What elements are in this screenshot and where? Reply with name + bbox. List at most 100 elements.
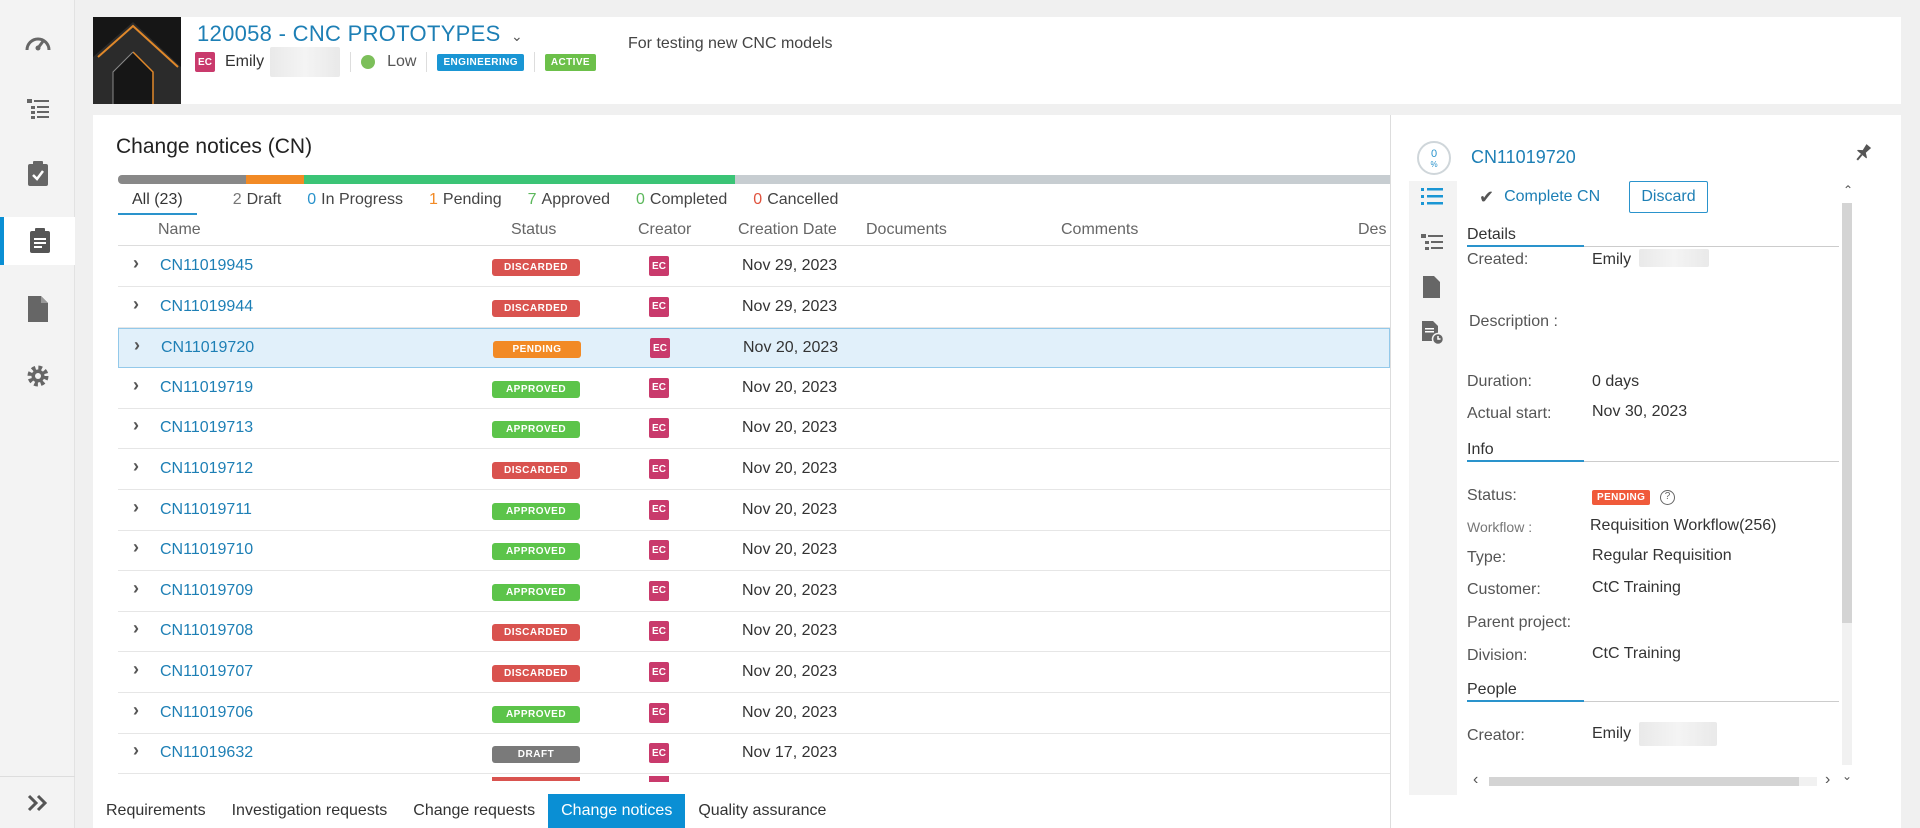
created-value: Emily xyxy=(1592,251,1632,268)
column-header-comments[interactable]: Comments xyxy=(1061,221,1138,243)
cn-name-link[interactable]: CN11019713 xyxy=(160,419,253,437)
cn-name-link[interactable]: CN11019945 xyxy=(160,257,253,275)
expand-row-icon[interactable]: › xyxy=(133,618,139,639)
filter-tab[interactable]: 2 Draft xyxy=(233,191,282,215)
expand-row-icon[interactable]: › xyxy=(133,659,139,680)
workflow-value[interactable]: Requisition Workflow(256) xyxy=(1590,517,1776,535)
progress-segment xyxy=(246,175,304,184)
clipboard-check-icon[interactable] xyxy=(0,150,75,198)
help-icon[interactable]: ? xyxy=(1660,490,1675,505)
vertical-scroll-thumb[interactable] xyxy=(1842,203,1852,623)
horizontal-scrollbar[interactable] xyxy=(1489,777,1817,786)
bottom-tab[interactable]: Change requests xyxy=(400,794,548,828)
cn-name-link[interactable]: CN11019632 xyxy=(160,744,253,762)
cn-name-link[interactable]: CN11019709 xyxy=(160,582,253,600)
tree-list-icon[interactable] xyxy=(1421,233,1443,258)
column-header-creator[interactable]: Creator xyxy=(638,221,691,243)
table-row[interactable]: › CN11019632 DRAFT EC Nov 17, 2023 xyxy=(118,734,1390,775)
creator-avatar: EC xyxy=(649,580,669,601)
column-header-documents[interactable]: Documents xyxy=(866,221,947,243)
table-row[interactable]: › CN11019709 APPROVED EC Nov 20, 2023 xyxy=(118,572,1390,612)
vertical-scrollbar[interactable] xyxy=(1842,203,1852,765)
filter-label: In Progress xyxy=(321,191,403,208)
section-people-title[interactable]: People xyxy=(1467,681,1517,699)
cn-name-link[interactable]: CN11019719 xyxy=(160,379,253,397)
table-row[interactable]: › CN11019710 APPROVED EC Nov 20, 2023 xyxy=(118,531,1390,572)
cn-name-link[interactable]: CN11019708 xyxy=(160,622,253,640)
creator-avatar: EC xyxy=(649,540,669,561)
project-title-text: 120058 - CNC PROTOTYPES xyxy=(197,21,501,46)
cn-name-link[interactable]: CN11019706 xyxy=(160,704,253,722)
cn-name-link[interactable]: CN11019712 xyxy=(160,460,253,478)
expand-nav-icon[interactable] xyxy=(0,776,75,828)
creation-date: Nov 20, 2023 xyxy=(742,378,838,396)
bottom-tab[interactable]: Investigation requests xyxy=(219,794,401,828)
column-header-status[interactable]: Status xyxy=(511,221,556,243)
cn-name-link[interactable]: CN11019710 xyxy=(160,541,253,559)
scroll-left-icon[interactable]: ‹ xyxy=(1473,771,1478,789)
column-header-description[interactable]: Des xyxy=(1358,221,1386,243)
table-row[interactable]: › CN11019708 DISCARDED EC Nov 20, 2023 xyxy=(118,612,1390,653)
cn-name-link[interactable]: CN11019711 xyxy=(160,501,252,519)
table-row[interactable]: › CN11019706 APPROVED EC Nov 20, 2023 xyxy=(118,694,1390,734)
clipboard-list-icon[interactable] xyxy=(0,217,75,265)
section-info-title[interactable]: Info xyxy=(1467,441,1494,459)
expand-row-icon[interactable]: › xyxy=(133,253,139,274)
list-icon[interactable] xyxy=(1421,187,1443,212)
filter-tab[interactable]: 1 Pending xyxy=(429,191,502,215)
horizontal-scroll-thumb[interactable] xyxy=(1489,777,1799,786)
scroll-down-icon[interactable]: ⌄ xyxy=(1842,769,1852,783)
tree-list-icon[interactable] xyxy=(0,85,75,133)
scroll-up-icon[interactable]: ⌃ xyxy=(1843,183,1853,197)
expand-row-icon[interactable]: › xyxy=(133,375,139,396)
bottom-tab[interactable]: Quality assurance xyxy=(685,794,839,828)
expand-row-icon[interactable]: › xyxy=(133,294,139,315)
status-badge: APPROVED xyxy=(492,380,580,398)
filter-tab[interactable]: 0 In Progress xyxy=(307,191,403,215)
cn-name-link[interactable]: CN11019720 xyxy=(161,339,254,357)
cn-name-link[interactable]: CN11019944 xyxy=(160,298,253,316)
expand-row-icon[interactable]: › xyxy=(133,497,139,518)
expand-row-icon[interactable]: › xyxy=(133,740,139,761)
creation-date: Nov 20, 2023 xyxy=(742,581,838,599)
filter-tab[interactable]: 0 Completed xyxy=(636,191,727,215)
table-row[interactable]: › CN11019707 DISCARDED EC Nov 20, 2023 xyxy=(118,653,1390,693)
expand-row-icon[interactable]: › xyxy=(133,578,139,599)
project-title[interactable]: 120058 - CNC PROTOTYPES ⌄ xyxy=(197,21,523,47)
table-row[interactable]: › CN11019711 APPROVED EC Nov 20, 2023 xyxy=(118,491,1390,531)
table-row[interactable]: › CN11019713 APPROVED EC Nov 20, 2023 xyxy=(118,409,1390,450)
dashboard-icon[interactable] xyxy=(0,18,75,66)
complete-cn-button[interactable]: ✔ Complete CN xyxy=(1479,181,1600,213)
cn-name-link[interactable]: CN11019707 xyxy=(160,663,253,681)
gear-icon[interactable] xyxy=(0,352,75,400)
bottom-tab[interactable]: Requirements xyxy=(93,794,219,828)
pin-icon[interactable] xyxy=(1853,143,1873,168)
creator-avatar: EC xyxy=(649,621,669,642)
expand-row-icon[interactable]: › xyxy=(133,537,139,558)
expand-row-icon[interactable]: › xyxy=(134,335,140,356)
scroll-right-icon[interactable]: › xyxy=(1825,771,1830,789)
document-icon[interactable] xyxy=(0,285,75,333)
duration-value: 0 days xyxy=(1592,373,1640,390)
column-header-name[interactable]: Name xyxy=(158,221,201,243)
column-header-creation-date[interactable]: Creation Date xyxy=(738,221,837,243)
discard-button[interactable]: Discard xyxy=(1629,181,1708,213)
filter-tab[interactable]: 0 Cancelled xyxy=(753,191,838,215)
table-row[interactable]: › CN11019712 DISCARDED EC Nov 20, 2023 xyxy=(118,450,1390,490)
expand-row-icon[interactable]: › xyxy=(133,415,139,436)
document-clock-icon[interactable] xyxy=(1422,321,1445,350)
table-row[interactable]: › CN11019945 DISCARDED EC Nov 29, 2023 xyxy=(118,247,1390,287)
table-row[interactable]: › CN11019719 APPROVED EC Nov 20, 2023 xyxy=(118,369,1390,409)
section-details-title[interactable]: Details xyxy=(1467,226,1516,244)
expand-row-icon[interactable]: › xyxy=(133,456,139,477)
chevron-down-icon[interactable]: ⌄ xyxy=(511,28,523,44)
panel-cn-id[interactable]: CN11019720 xyxy=(1471,147,1576,168)
table-row[interactable]: › CN11019720 PENDING EC Nov 20, 2023 xyxy=(118,328,1390,369)
filter-tab[interactable]: All (23) xyxy=(118,191,197,215)
filter-tab[interactable]: 7 Approved xyxy=(528,191,610,215)
bottom-tab[interactable]: Change notices xyxy=(548,793,686,828)
document-icon[interactable] xyxy=(1423,276,1440,303)
table-row[interactable]: › CN11019944 DISCARDED EC Nov 29, 2023 xyxy=(118,288,1390,328)
expand-row-icon[interactable]: › xyxy=(133,700,139,721)
creation-date: Nov 20, 2023 xyxy=(742,460,838,477)
